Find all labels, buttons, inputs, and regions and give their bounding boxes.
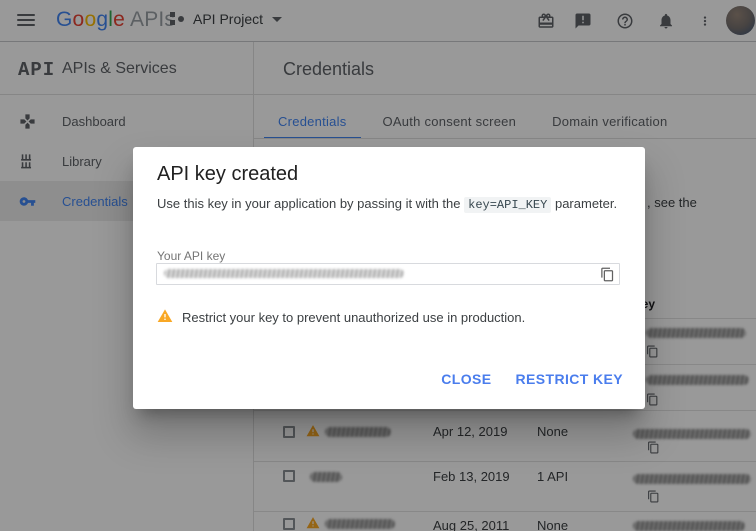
close-button[interactable]: CLOSE	[441, 371, 491, 387]
dialog-actions: CLOSE RESTRICT KEY	[441, 371, 623, 387]
body-text: Use this key in your application by pass…	[157, 196, 461, 211]
api-key-field[interactable]	[156, 263, 620, 285]
warning-text: Restrict your key to prevent unauthorize…	[182, 310, 525, 325]
api-key-created-dialog: API key created Use this key in your app…	[133, 147, 645, 409]
copy-icon[interactable]	[600, 267, 615, 282]
app-window: GoogleAPIs API Project API APIs & Servic…	[0, 0, 756, 531]
body-text: parameter.	[555, 196, 617, 211]
restrict-key-button[interactable]: RESTRICT KEY	[516, 371, 623, 387]
dialog-body: Use this key in your application by pass…	[157, 195, 623, 214]
redacted-api-key-value	[164, 269, 404, 278]
dialog-title: API key created	[157, 163, 298, 186]
api-key-field-label: Your API key	[157, 249, 225, 263]
code-chip: key=API_KEY	[464, 197, 551, 213]
warning-icon	[157, 308, 173, 324]
